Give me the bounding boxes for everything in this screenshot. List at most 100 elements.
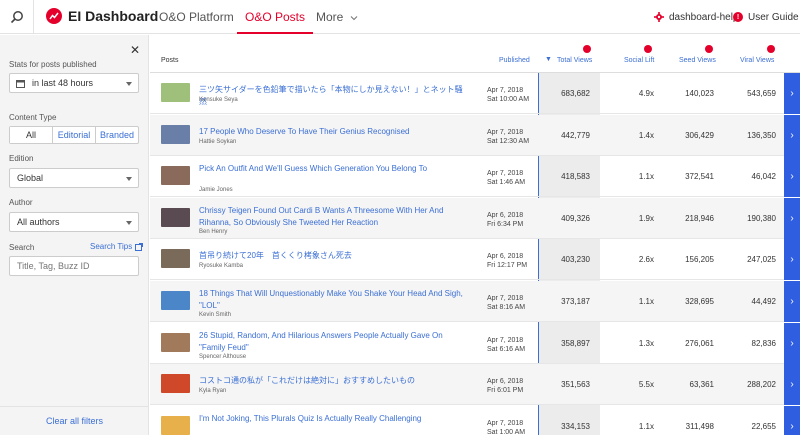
table-row[interactable]: 首吊り続けて20年 首くくり栲象さん死去 Ryosuke Kamba Apr 6, … [150,239,800,281]
post-title-link[interactable]: コストコ通の私が「これだけは絶対に」おすすめしたいもの [199,375,469,387]
search-button[interactable] [0,0,34,34]
author-select[interactable]: All authors [9,212,139,232]
author-value: All authors [17,217,60,227]
publish-date: Apr 7, 2018 Sat 12:30 AM [487,128,529,146]
posts-table: Posts Published ▼ Total Views Social Lif… [150,35,800,435]
total-views-value: 418,583 [561,172,590,182]
post-author: Ben Henry [199,228,228,235]
content-type-editorial[interactable]: Editorial [53,127,96,143]
post-title-link[interactable]: Chrissy Teigen Found Out Cardi B Wants A… [199,205,469,229]
search-input[interactable] [9,256,139,276]
post-title-link[interactable]: 首吊り続けて20年 首くくり栲象さん死去 [199,250,469,262]
clear-filters-button[interactable]: Clear all filters [0,406,149,435]
post-thumbnail[interactable] [161,166,190,186]
top-navigation: EI Dashboard O&O Platform O&O Posts More… [0,0,800,34]
row-expand-arrow-icon[interactable]: › [784,405,800,435]
calendar-icon [16,80,25,88]
table-row[interactable]: Pick An Outfit And We'll Guess Which Gen… [150,156,800,198]
total-views-value: 409,326 [561,213,590,223]
seed-views-info-icon[interactable] [705,45,713,53]
publish-date: Apr 7, 2018 Sat 6:16 AM [487,336,525,354]
brand[interactable]: EI Dashboard [46,8,158,24]
publish-date-time: Sat 1:00 AM [487,428,526,435]
tab-more[interactable]: More [316,0,358,34]
tab-oo-platform[interactable]: O&O Platform [159,0,234,34]
row-expand-arrow-icon[interactable]: › [784,114,800,156]
viral-views-column-header[interactable]: Viral Views [740,57,774,64]
tab-oo-posts[interactable]: O&O Posts [237,0,314,34]
search-icon [10,11,23,24]
post-title-link[interactable]: 26 Stupid, Random, And Hilarious Answers… [199,330,469,354]
caret-down-icon [126,82,132,86]
row-expand-arrow-icon[interactable]: › [784,73,800,114]
row-expand-arrow-icon[interactable]: › [784,322,800,364]
table-row[interactable]: コストコ通の私が「これだけは絶対に」おすすめしたいもの Kyla Ryan Apr … [150,364,800,406]
post-thumbnail[interactable] [161,415,190,435]
post-thumbnail[interactable] [161,332,190,352]
publish-date: Apr 7, 2018 Sat 1:46 AM [487,169,525,187]
table-row[interactable]: 26 Stupid, Random, And Hilarious Answers… [150,323,800,364]
seed-views-value: 140,023 [685,89,714,98]
row-expand-arrow-icon[interactable]: › [784,239,800,281]
table-row[interactable]: Chrissy Teigen Found Out Cardi B Wants A… [150,197,800,239]
edition-label: Edition [9,154,34,163]
post-thumbnail[interactable] [161,291,190,310]
post-thumbnail[interactable] [161,374,190,394]
social-lift-column-header[interactable]: Social Lift [624,57,654,64]
publish-date-day: Apr 6, 2018 [487,253,524,261]
row-expand-arrow-icon[interactable]: › [784,197,800,239]
post-thumbnail[interactable] [161,207,190,227]
time-range-select[interactable]: in last 48 hours [9,73,139,93]
total-views-column-header[interactable]: Total Views [557,57,592,64]
table-row[interactable]: 18 Things That Will Unquestionably Make … [150,281,800,322]
caret-down-icon [126,221,132,225]
dashboard-help-link[interactable]: dashboard-help [654,0,739,34]
table-row[interactable]: 三ツ矢サイダーを色鉛筆で描いたら「本物にしか見えない！」とネット騒然 Kensuk… [150,73,800,114]
post-title-link[interactable]: 18 Things That Will Unquestionably Make … [199,288,469,312]
post-thumbnail[interactable] [161,249,190,269]
viral-views-value: 247,025 [747,255,776,265]
filters-sidebar: ✕ Stats for posts published in last 48 h… [0,35,149,435]
social-lift-info-icon[interactable] [644,45,652,53]
content-type-branded[interactable]: Branded [96,127,138,143]
viral-views-value: 288,202 [747,380,776,390]
publish-date-day: Apr 6, 2018 [487,378,524,386]
total-views-value: 358,897 [561,338,590,348]
content-type-all[interactable]: All [10,127,53,143]
published-column-header[interactable]: Published [499,57,530,64]
row-expand-arrow-icon[interactable]: › [784,364,800,406]
table-row[interactable]: 17 People Who Deserve To Have Their Geni… [150,114,800,156]
post-title-link[interactable]: Pick An Outfit And We'll Guess Which Gen… [199,163,469,175]
seed-views-column-header[interactable]: Seed Views [679,57,716,64]
viral-views-info-icon[interactable] [767,45,775,53]
post-author: Jamie Jones [199,187,233,194]
posts-column-header: Posts [161,57,179,64]
viral-views-value: 22,655 [751,421,776,431]
close-icon[interactable]: ✕ [130,43,140,57]
total-views-value: 683,682 [561,89,590,98]
post-title-link[interactable]: 17 People Who Deserve To Have Their Geni… [199,126,469,138]
publish-date-day: Apr 7, 2018 [487,336,524,344]
post-title-link[interactable]: I'm Not Joking, This Plurals Quiz Is Act… [199,413,469,425]
user-guide-label: User Guide [748,11,799,23]
seed-views-value: 328,695 [685,297,714,306]
post-thumbnail[interactable] [161,124,190,144]
chevron-down-icon [350,16,358,21]
total-views-info-icon[interactable] [583,45,591,53]
publish-date-time: Sat 10:00 AM [487,96,530,103]
publish-date-time: Sat 8:16 AM [487,304,526,311]
post-thumbnail[interactable] [161,83,190,102]
search-tips-link[interactable]: Search Tips [90,242,144,251]
edition-select[interactable]: Global [9,168,139,188]
row-expand-arrow-icon[interactable]: › [784,281,800,322]
post-author: Kevin Smith [199,312,232,318]
publish-date-day: Apr 7, 2018 [487,419,524,427]
user-guide-link[interactable]: ! User Guide [733,0,799,34]
post-title-link[interactable]: 三ツ矢サイダーを色鉛筆で描いたら「本物にしか見えない！」とネット騒然 [199,84,469,108]
ei-logo-icon [46,8,62,24]
viral-views-value: 190,380 [747,213,776,223]
publish-date-time: Fri 6:34 PM [487,220,524,228]
search-label: Search [9,243,35,252]
table-row[interactable]: I'm Not Joking, This Plurals Quiz Is Act… [150,406,800,435]
row-expand-arrow-icon[interactable]: › [784,156,800,198]
